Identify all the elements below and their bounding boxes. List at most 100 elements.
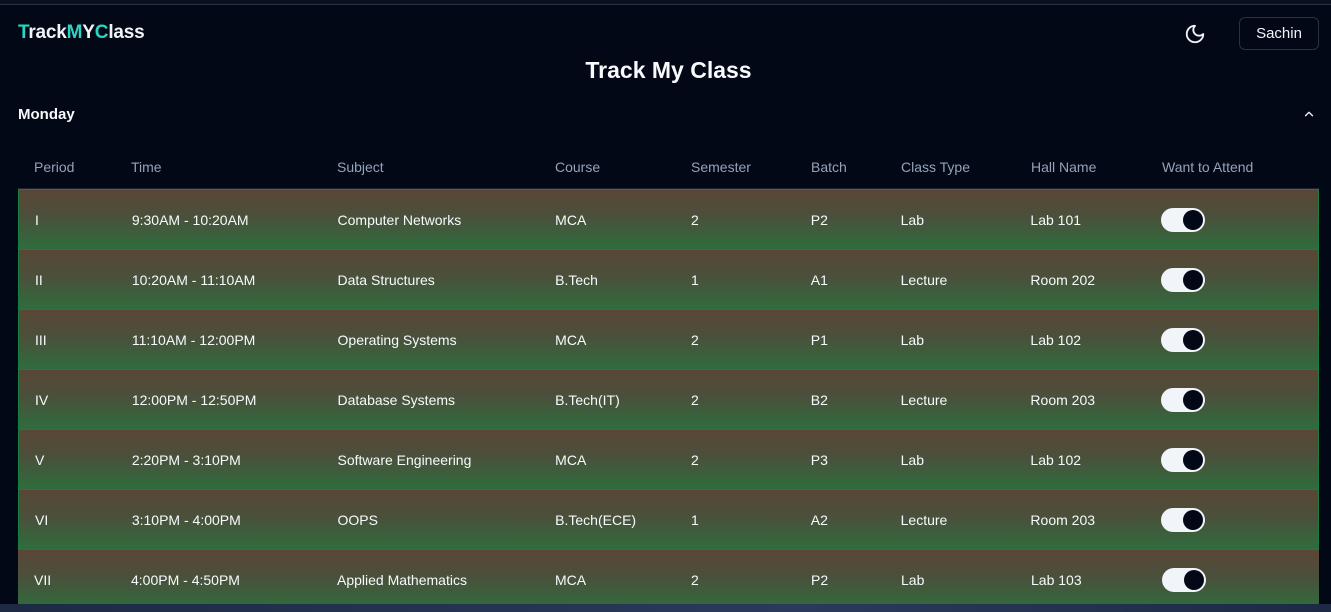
- cell-semester: 2: [690, 211, 699, 228]
- cell-want-to-attend: [1161, 447, 1318, 472]
- cell-class-type: Lab: [900, 211, 924, 228]
- cell-batch: B2: [810, 391, 828, 408]
- table-row: VI 3:10PM - 4:00PM OOPS B.Tech(ECE) 1 A2 Lectu…: [18, 489, 1319, 549]
- cell-hall-name: Lab 102: [1030, 451, 1082, 468]
- cell-course: MCA: [555, 451, 587, 468]
- cell-course: B.Tech(ECE): [555, 511, 637, 528]
- cell-subject: Computer Networks: [337, 211, 462, 228]
- cell-time: 3:10PM - 4:00PM: [131, 511, 241, 528]
- cell-class-type: Lab: [900, 451, 924, 468]
- attend-toggle[interactable]: [1161, 447, 1206, 472]
- col-header-semester: Semester: [691, 159, 751, 175]
- cell-hall-name: Room 202: [1030, 271, 1096, 288]
- cell-semester: 1: [690, 271, 699, 288]
- cell-batch: A1: [810, 271, 828, 288]
- attend-toggle[interactable]: [1161, 387, 1206, 412]
- cell-subject: Data Structures: [337, 271, 435, 288]
- theme-toggle-button[interactable]: [1180, 19, 1210, 49]
- user-menu-button[interactable]: Sachin: [1239, 17, 1319, 50]
- chevron-up-icon[interactable]: [1302, 107, 1316, 121]
- logo-letter-y: Y: [82, 22, 95, 43]
- toggle-knob: [1183, 509, 1204, 530]
- cell-course: MCA: [555, 211, 587, 228]
- cell-class-type: Lab: [900, 331, 924, 348]
- cell-hall-name: Room 203: [1030, 391, 1096, 408]
- toggle-knob: [1183, 389, 1204, 410]
- toggle-knob: [1183, 269, 1204, 290]
- cell-period: VI: [35, 511, 49, 528]
- cell-period: VII: [34, 571, 52, 588]
- cell-semester: 1: [690, 511, 699, 528]
- table-row: I 9:30AM - 10:20AM Computer Networks MCA 2 P2…: [18, 189, 1319, 249]
- cell-batch: P3: [810, 451, 828, 468]
- cell-semester: 2: [690, 391, 699, 408]
- cell-semester: 2: [690, 451, 699, 468]
- attend-toggle[interactable]: [1161, 267, 1206, 292]
- cell-subject: Applied Mathematics: [337, 571, 467, 588]
- attend-toggle[interactable]: [1162, 567, 1206, 592]
- cell-class-type: Lab: [901, 571, 925, 588]
- cell-time: 11:10AM - 12:00PM: [131, 331, 256, 348]
- cell-time: 4:00PM - 4:50PM: [131, 571, 240, 588]
- cell-want-to-attend: [1161, 327, 1318, 352]
- cell-want-to-attend: [1161, 207, 1318, 232]
- col-header-batch: Batch: [811, 159, 847, 175]
- cell-subject: OOPS: [337, 511, 378, 528]
- cell-time: 12:00PM - 12:50PM: [131, 391, 257, 408]
- col-header-period: Period: [34, 159, 75, 175]
- page-title: Track My Class: [585, 57, 752, 83]
- day-label: Monday: [18, 105, 75, 123]
- logo-letter-t: T: [18, 22, 29, 43]
- schedule-table: Period Time Subject Course Semester Batc…: [18, 146, 1319, 609]
- toggle-knob: [1183, 329, 1204, 350]
- table-row: V 2:20PM - 3:10PM Software Engineering MCA 2…: [18, 429, 1319, 489]
- col-header-time: Time: [131, 159, 162, 175]
- table-body: I 9:30AM - 10:20AM Computer Networks MCA 2 P2…: [18, 189, 1319, 609]
- col-header-want-to-attend: Want to Attend: [1162, 159, 1254, 175]
- day-accordion-monday[interactable]: Monday: [18, 96, 1318, 132]
- cell-want-to-attend: [1162, 567, 1319, 592]
- cell-class-type: Lecture: [900, 391, 948, 408]
- window-top-strip: [0, 0, 1331, 5]
- cell-course: MCA: [555, 571, 587, 588]
- cell-want-to-attend: [1161, 507, 1318, 532]
- moon-icon: [1185, 24, 1205, 44]
- toggle-knob: [1184, 569, 1204, 590]
- cell-hall-name: Lab 103: [1031, 571, 1082, 588]
- cell-semester: 2: [690, 331, 699, 348]
- cell-course: B.Tech: [555, 271, 598, 288]
- cell-hall-name: Lab 101: [1030, 211, 1082, 228]
- cell-subject: Software Engineering: [337, 451, 472, 468]
- col-header-hall-name: Hall Name: [1031, 159, 1097, 175]
- logo-text-lass: lass: [108, 22, 145, 43]
- cell-period: III: [35, 331, 47, 348]
- cell-batch: P2: [811, 571, 829, 588]
- app-logo[interactable]: TrackMYClass: [18, 22, 145, 44]
- cell-period: V: [35, 451, 45, 468]
- cell-subject: Operating Systems: [337, 331, 457, 348]
- cell-subject: Database Systems: [337, 391, 456, 408]
- col-header-subject: Subject: [337, 159, 384, 175]
- col-header-class-type: Class Type: [901, 159, 970, 175]
- table-row: VII 4:00PM - 4:50PM Applied Mathematics MCA…: [18, 549, 1319, 609]
- cell-semester: 2: [691, 571, 699, 588]
- attend-toggle[interactable]: [1161, 207, 1206, 232]
- col-header-course: Course: [555, 159, 601, 175]
- table-header-row: Period Time Subject Course Semester Batc…: [18, 146, 1319, 189]
- cell-class-type: Lecture: [900, 511, 948, 528]
- cell-course: B.Tech(IT): [555, 391, 620, 408]
- cell-class-type: Lecture: [900, 271, 948, 288]
- table-row: IV 12:00PM - 12:50PM Database Systems B.Tec…: [18, 369, 1319, 429]
- cell-course: MCA: [555, 331, 587, 348]
- toggle-knob: [1183, 209, 1204, 230]
- table-row: II 10:20AM - 11:10AM Data Structures B.Tech…: [18, 249, 1319, 309]
- app-header: TrackMYClass Sachin: [0, 6, 1331, 58]
- cell-period: II: [35, 271, 43, 288]
- logo-letter-c: C: [94, 22, 109, 43]
- attend-toggle[interactable]: [1161, 507, 1206, 532]
- cell-batch: P2: [810, 211, 828, 228]
- cell-want-to-attend: [1161, 387, 1318, 412]
- logo-letter-m: M: [66, 22, 83, 43]
- attend-toggle[interactable]: [1161, 327, 1206, 352]
- cell-hall-name: Room 203: [1030, 511, 1096, 528]
